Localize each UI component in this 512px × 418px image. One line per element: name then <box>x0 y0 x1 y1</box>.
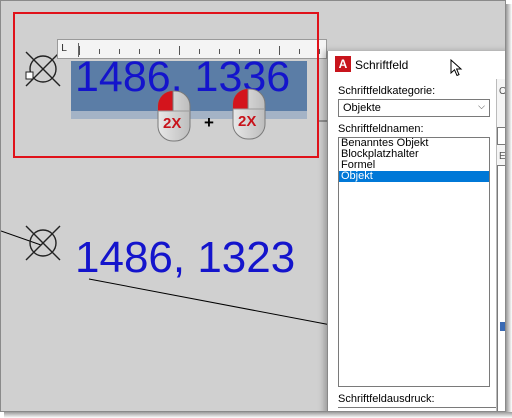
format-label-fragment: O <box>499 86 505 97</box>
field-names-label: Schriftfeldnamen: <box>338 123 424 135</box>
dialog-right-column: O E <box>496 79 506 411</box>
field-category-value: Objekte <box>343 102 381 114</box>
mouse-pointer-icon <box>450 59 463 77</box>
field-expression-label: Schriftfeldausdruck: <box>338 393 435 405</box>
dialog-titlebar[interactable]: A Schriftfeld <box>328 51 505 79</box>
frame-shadow <box>4 412 512 418</box>
highlight-frame <box>13 12 319 158</box>
autocad-screenshot-frame: L 1486, 1336 2X + 2X 1486, 1323 A Schrif… <box>0 0 506 412</box>
list-item-selected[interactable]: Objekt <box>339 171 489 182</box>
autocad-app-icon: A <box>335 56 351 72</box>
ruler-tick <box>319 49 320 54</box>
dialog-title: Schriftfeld <box>355 58 409 72</box>
field-category-dropdown[interactable]: Objekte ⌵ <box>338 99 490 117</box>
format-list[interactable] <box>497 165 505 411</box>
coordinate-text-label[interactable]: 1486, 1323 <box>75 233 295 283</box>
frame-shadow <box>506 4 512 418</box>
field-names-list[interactable]: Benanntes Objekt Blockplatzhalter Formel… <box>338 137 490 387</box>
example-label-fragment: E <box>499 151 506 162</box>
chevron-down-icon: ⌵ <box>478 101 485 111</box>
point-marker-icon[interactable] <box>23 223 67 267</box>
format-field[interactable] <box>497 127 505 145</box>
field-dialog: A Schriftfeld Schriftfeldkategorie: Obje… <box>327 51 506 411</box>
field-category-label: Schriftfeldkategorie: <box>338 85 436 97</box>
